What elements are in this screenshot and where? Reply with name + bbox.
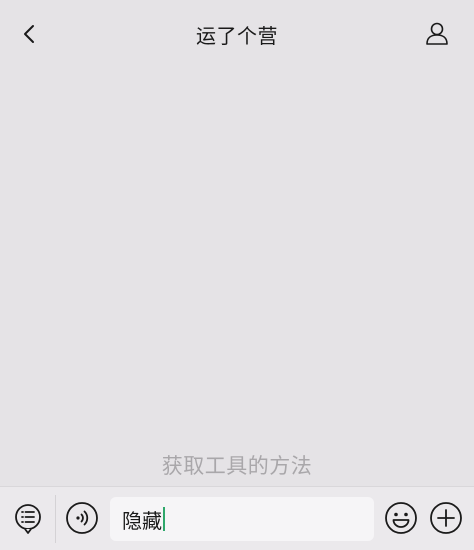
person-icon xyxy=(426,22,448,45)
emoji-icon xyxy=(385,502,417,534)
chat-screen: 运了个营 获取工具的方法 隐藏 xyxy=(0,0,474,550)
plus-icon xyxy=(430,502,462,534)
message-input[interactable]: 隐藏 xyxy=(110,497,374,541)
menu-list-icon xyxy=(15,504,41,534)
emoji-button[interactable] xyxy=(383,500,419,536)
text-caret xyxy=(163,507,165,531)
message-list[interactable]: 获取工具的方法 xyxy=(0,66,474,486)
voice-icon xyxy=(66,502,98,534)
voice-button[interactable] xyxy=(64,500,100,536)
menu-button[interactable] xyxy=(8,499,48,539)
hint-text: 获取工具的方法 xyxy=(161,454,313,478)
message-input-value: 隐藏 xyxy=(122,508,162,533)
header-bar: 运了个营 xyxy=(0,0,474,66)
page-title: 运了个营 xyxy=(196,24,278,48)
more-button[interactable] xyxy=(428,500,464,536)
divider xyxy=(55,495,56,543)
profile-button[interactable] xyxy=(420,16,454,50)
input-bar: 隐藏 xyxy=(0,486,474,550)
